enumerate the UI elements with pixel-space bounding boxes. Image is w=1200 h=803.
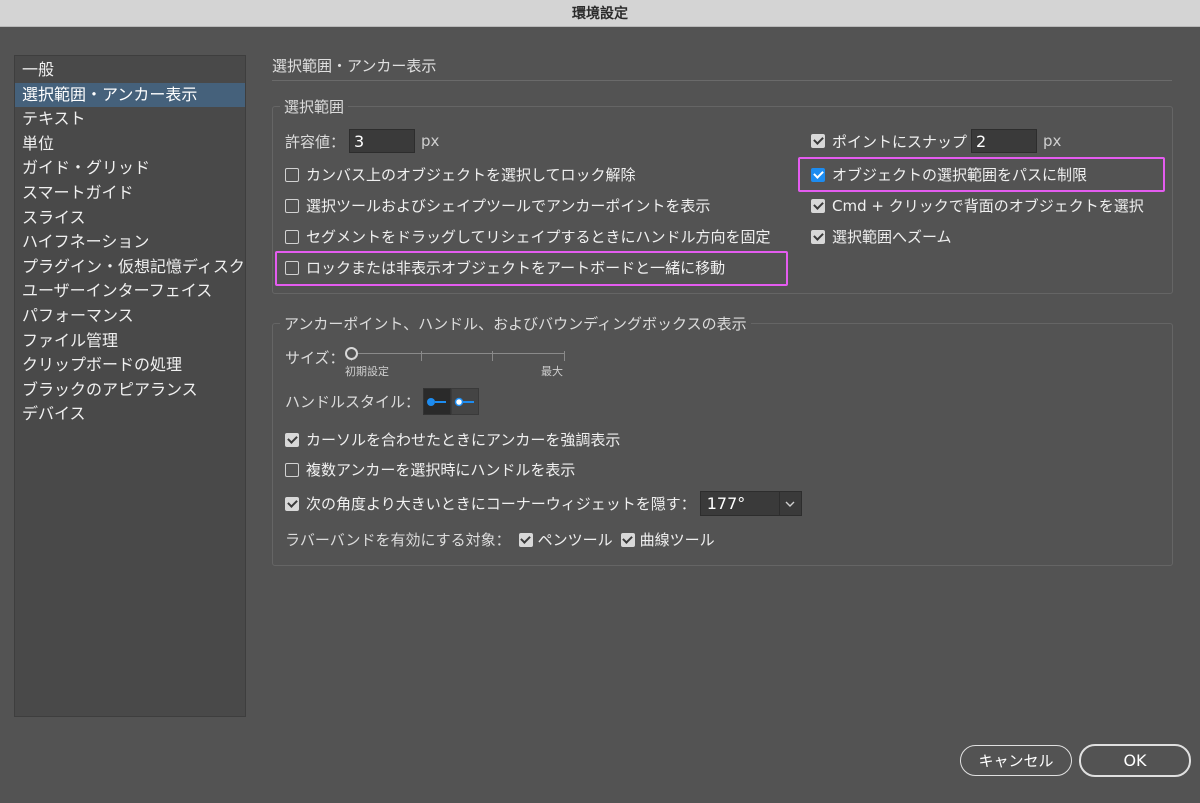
constrain-handle-direction-checkbox[interactable]: [285, 229, 299, 244]
size-label: サイズ：: [285, 349, 345, 367]
pen-tool-label: ペンツール: [537, 531, 613, 549]
size-slider[interactable]: 初期設定 最大: [345, 347, 567, 380]
show-handles-multiple-checkbox[interactable]: [285, 462, 299, 477]
selection-group-title: 選択範囲: [280, 96, 349, 117]
show-anchor-points-label: 選択ツールおよびシェイプツールでアンカーポイントを表示: [306, 197, 711, 215]
cmd-click-behind-label: Cmd + クリックで背面のオブジェクトを選択: [832, 197, 1144, 215]
handle-solid-icon: [427, 397, 447, 406]
option-row: 選択ツールおよびシェイプツールでアンカーポイントを表示: [285, 195, 710, 216]
highlight-anchors-label: カーソルを合わせたときにアンカーを強調表示: [306, 431, 621, 449]
hide-corner-widget-label: 次の角度より大きいときにコーナーウィジェットを隠す：: [306, 495, 696, 513]
option-row: カンバス上のオブジェクトを選択してロック解除: [285, 164, 636, 185]
slider-track: [351, 351, 565, 361]
unlock-on-canvas-label: カンバス上のオブジェクトを選択してロック解除: [306, 166, 636, 184]
corner-angle-select[interactable]: 177°: [699, 491, 802, 516]
unlock-on-canvas-checkbox[interactable]: [285, 167, 299, 182]
highlight-box: [275, 251, 788, 286]
slider-tick: [492, 351, 493, 361]
sidebar-item-type[interactable]: テキスト: [15, 107, 245, 132]
zoom-to-selection-checkbox[interactable]: [811, 229, 825, 244]
title-divider: [272, 80, 1172, 81]
sidebar-item-performance[interactable]: パフォーマンス: [15, 304, 245, 329]
sidebar-item-devices[interactable]: デバイス: [15, 402, 245, 427]
sidebar-item-file-handling[interactable]: ファイル管理: [15, 329, 245, 354]
slider-max-label: 最大: [541, 365, 563, 378]
tolerance-input[interactable]: [349, 129, 416, 153]
rubber-band-label: ラバーバンドを有効にする対象：: [285, 531, 511, 549]
sidebar-item-selection-anchor-display[interactable]: 選択範囲・アンカー表示: [15, 82, 245, 108]
show-handles-multiple-label: 複数アンカーを選択時にハンドルを表示: [306, 461, 576, 479]
option-row: セグメントをドラッグしてリシェイプするときにハンドル方向を固定: [285, 226, 771, 247]
option-row: 複数アンカーを選択時にハンドルを表示: [285, 459, 575, 480]
tolerance-row: 許容値： px: [285, 129, 439, 153]
snap-to-point-label: ポイントにスナップ: [832, 132, 968, 151]
slider-min-label: 初期設定: [345, 365, 389, 378]
option-row: 次の角度より大きいときにコーナーウィジェットを隠す： 177°: [285, 491, 802, 516]
zoom-to-selection-label: 選択範囲へズーム: [832, 228, 952, 246]
tolerance-label: 許容値：: [285, 132, 346, 151]
highlight-box: [798, 157, 1165, 192]
anchor-display-group-title: アンカーポイント、ハンドル、およびバウンディングボックスの表示: [280, 313, 751, 334]
snap-to-point-unit: px: [1043, 132, 1062, 150]
option-row: 選択範囲へズーム: [811, 226, 952, 247]
page-title: 選択範囲・アンカー表示: [272, 57, 437, 75]
sidebar-item-slices[interactable]: スライス: [15, 206, 245, 231]
slider-tick: [421, 351, 422, 361]
sidebar-item-general[interactable]: 一般: [15, 58, 245, 83]
preferences-sidebar: 一般 選択範囲・アンカー表示 テキスト 単位 ガイド・グリッド スマートガイド …: [14, 55, 246, 717]
sidebar-item-units[interactable]: 単位: [15, 132, 245, 157]
size-row: サイズ：: [285, 347, 345, 368]
snap-to-point-input[interactable]: [971, 129, 1038, 153]
sidebar-item-guides-grid[interactable]: ガイド・グリッド: [15, 156, 245, 181]
hide-corner-widget-checkbox[interactable]: [285, 496, 299, 511]
constrain-handle-direction-label: セグメントをドラッグしてリシェイプするときにハンドル方向を固定: [306, 228, 771, 246]
sidebar-item-smart-guides[interactable]: スマートガイド: [15, 181, 245, 206]
tolerance-unit: px: [421, 132, 440, 150]
cancel-button[interactable]: キャンセル: [960, 745, 1072, 776]
snap-to-point-row: ポイントにスナップ px: [811, 129, 1061, 153]
handle-style-row: ハンドルスタイル：: [285, 388, 480, 415]
show-anchor-points-checkbox[interactable]: [285, 198, 299, 213]
sidebar-item-user-interface[interactable]: ユーザーインターフェイス: [15, 279, 245, 304]
handle-style-hollow-button[interactable]: [451, 388, 480, 415]
ok-button[interactable]: OK: [1079, 744, 1191, 777]
sidebar-item-hyphenation[interactable]: ハイフネーション: [15, 230, 245, 255]
corner-angle-value: 177°: [706, 494, 746, 513]
pen-tool-checkbox[interactable]: [518, 532, 533, 547]
option-row: Cmd + クリックで背面のオブジェクトを選択: [811, 195, 1144, 216]
snap-to-point-checkbox[interactable]: [811, 134, 825, 148]
slider-tick: [564, 351, 565, 361]
curvature-tool-label: 曲線ツール: [639, 531, 715, 549]
title-bar: 環境設定: [0, 0, 1200, 27]
slider-thumb[interactable]: [345, 347, 358, 360]
sidebar-item-black-appearance[interactable]: ブラックのアピアランス: [15, 378, 245, 403]
option-row: カーソルを合わせたときにアンカーを強調表示: [285, 429, 620, 450]
handle-hollow-icon: [454, 397, 475, 406]
rubber-band-row: ラバーバンドを有効にする対象： ペンツール 曲線ツール: [285, 529, 715, 550]
handle-style-solid-button[interactable]: [423, 388, 452, 415]
highlight-anchors-checkbox[interactable]: [285, 432, 299, 447]
cmd-click-behind-checkbox[interactable]: [811, 198, 825, 213]
chevron-down-icon[interactable]: [778, 492, 801, 515]
handle-style-label: ハンドルスタイル：: [285, 393, 421, 411]
sidebar-item-plugins-scratch-disks[interactable]: プラグイン・仮想記憶ディスク: [15, 255, 245, 280]
window-title: 環境設定: [572, 6, 628, 22]
curvature-tool-checkbox[interactable]: [620, 532, 635, 547]
sidebar-item-clipboard[interactable]: クリップボードの処理: [15, 353, 245, 378]
